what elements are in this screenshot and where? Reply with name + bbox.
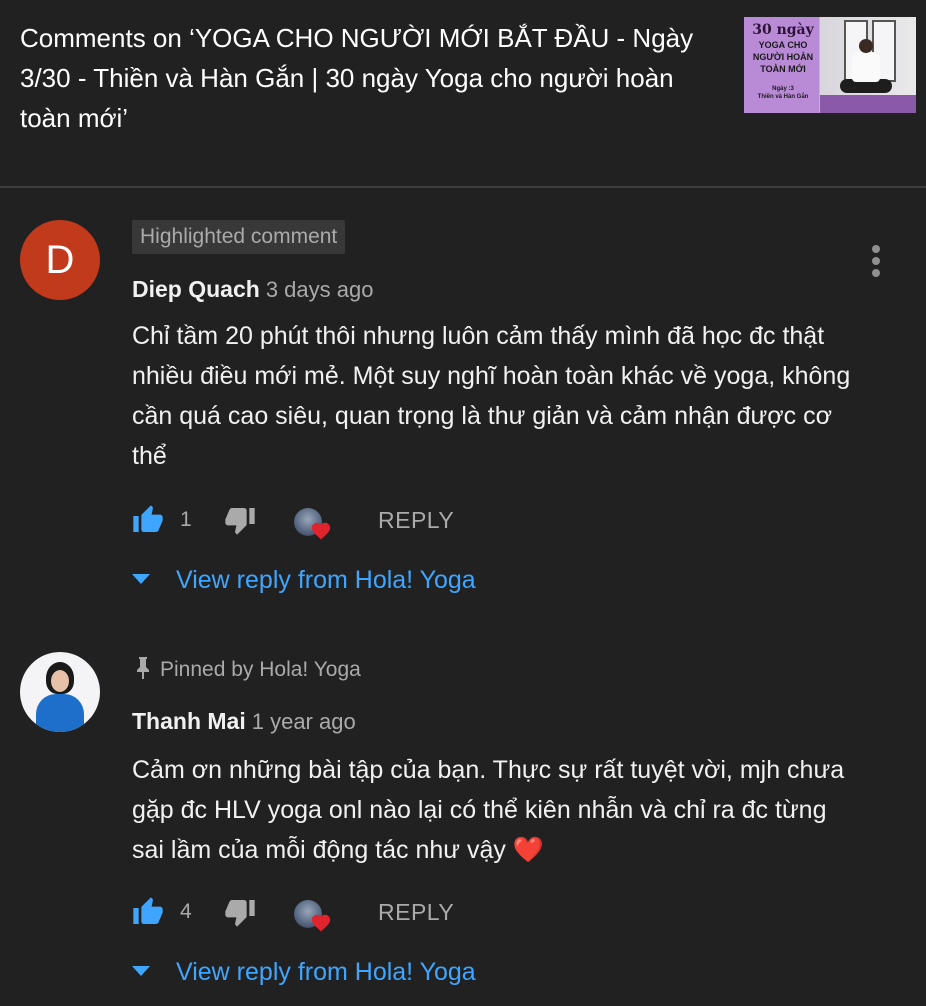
thumbs-down-icon [225, 508, 255, 535]
creator-heart [294, 504, 338, 544]
thumbnail-yoga-mat [820, 95, 916, 113]
view-reply-button[interactable]: View reply from Hola! Yoga [132, 560, 552, 600]
thumbnail-figure-body [852, 52, 880, 82]
comment-author-line: Diep Quach 3 days ago [132, 273, 373, 306]
reply-button[interactable]: REPLY [378, 892, 454, 932]
comment-timestamp[interactable]: 1 year ago [252, 709, 356, 734]
avatar[interactable] [20, 652, 100, 732]
video-thumbnail[interactable]: 30 ngày YOGA CHO NGƯỜI HOÀN TOÀN MỚI Ngà… [744, 17, 916, 113]
heart-icon [311, 914, 331, 932]
thumbnail-figure-head [859, 39, 873, 53]
like-count: 4 [180, 900, 192, 923]
comment-author-line: Thanh Mai 1 year ago [132, 705, 356, 738]
comment-text: Chỉ tầm 20 phút thôi nhưng luôn cảm thấy… [132, 322, 851, 470]
comments-header: Comments on ‘YOGA CHO NGƯỜI MỚI BẮT ĐẦU … [0, 0, 926, 188]
thumbs-up-icon [133, 897, 163, 924]
comment-author[interactable]: Diep Quach [132, 276, 260, 302]
caret-down-icon [132, 574, 150, 584]
view-reply-label: View reply from Hola! Yoga [176, 958, 476, 986]
highlighted-comment-badge: Highlighted comment [132, 220, 346, 254]
like-button[interactable] [132, 500, 164, 540]
comment-actions: 1 REPLY [132, 500, 632, 540]
creator-heart [294, 896, 338, 936]
pinned-label: Pinned by Hola! Yoga [132, 655, 361, 685]
thumbs-up-icon [133, 505, 163, 532]
view-reply-button[interactable]: View reply from Hola! Yoga [132, 952, 552, 992]
comment-author[interactable]: Thanh Mai [132, 708, 246, 734]
view-reply-label: View reply from Hola! Yoga [176, 566, 476, 594]
more-options-icon[interactable] [862, 242, 890, 282]
thumbnail-line: 30 ngày [752, 22, 814, 38]
page-title: Comments on ‘YOGA CHO NGƯỜI MỚI BẮT ĐẦU … [20, 23, 694, 133]
avatar-face [51, 670, 69, 692]
thumbnail-line: NGƯỜI HOÀN [752, 52, 814, 62]
pin-icon [132, 655, 154, 685]
comment-text: Cảm ơn những bài tập của bạn. Thực sự rấ… [132, 750, 852, 870]
thumbs-down-icon [225, 900, 255, 927]
dislike-button[interactable] [224, 500, 256, 540]
like-button[interactable] [132, 892, 164, 932]
thumbnail-line: Thiền và Hàn Gắn [757, 94, 809, 100]
comment-text-content: Cảm ơn những bài tập của bạn. Thực sự rấ… [132, 756, 845, 864]
like-count: 1 [180, 508, 192, 531]
heart-icon [311, 522, 331, 540]
comment-actions: 4 REPLY [132, 892, 632, 932]
thumbnail-line: YOGA CHO [758, 40, 808, 50]
thumbnail-text: 30 ngày YOGA CHO NGƯỜI HOÀN TOÀN MỚI Ngà… [750, 21, 816, 101]
dislike-button[interactable] [224, 892, 256, 932]
reply-button[interactable]: REPLY [378, 500, 454, 540]
avatar[interactable]: D [20, 220, 100, 300]
pinned-text: Pinned by Hola! Yoga [160, 658, 361, 681]
caret-down-icon [132, 966, 150, 976]
comment-timestamp[interactable]: 3 days ago [266, 277, 374, 302]
avatar-dress [36, 694, 84, 732]
thumbnail-line: TOÀN MỚI [760, 64, 806, 74]
thumbnail-line: Ngày :3 [772, 86, 794, 92]
heart-emoji: ❤️ [512, 836, 544, 864]
